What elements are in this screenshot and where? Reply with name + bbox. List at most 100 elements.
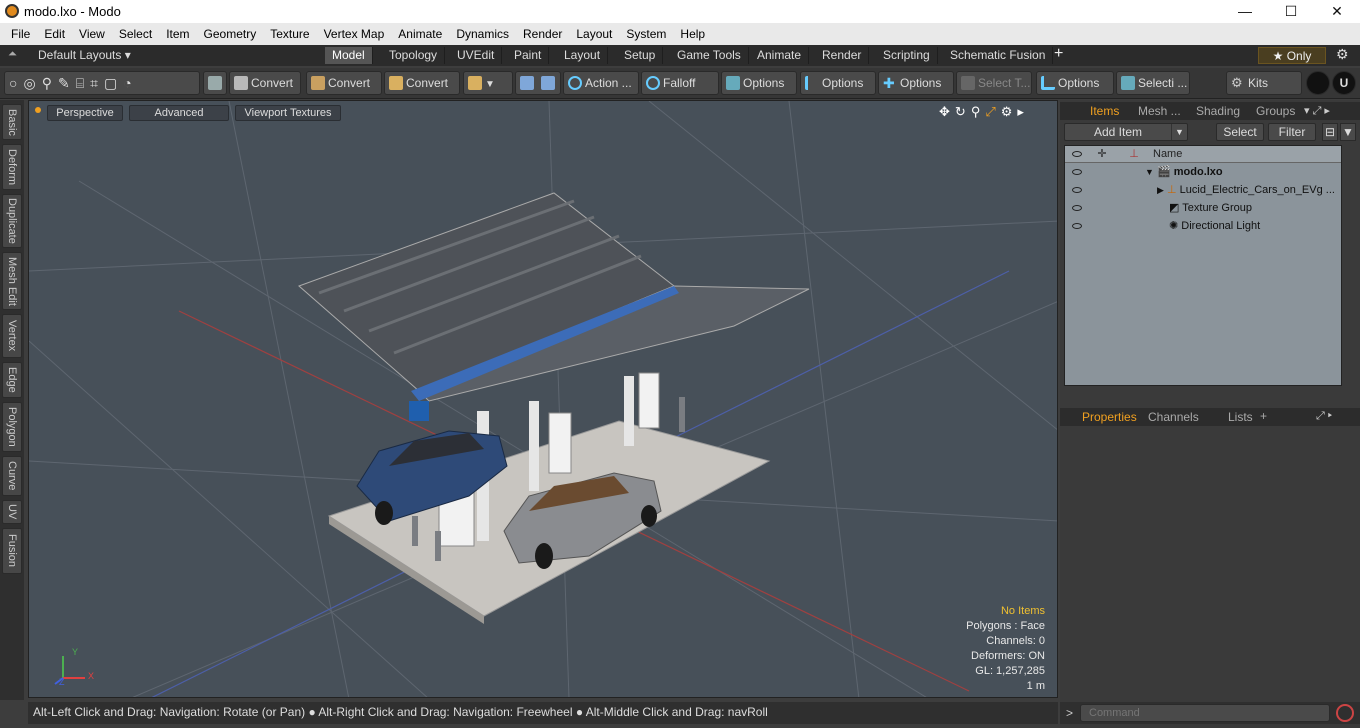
collapse-icon[interactable]: ⊟ <box>1322 123 1338 141</box>
expand-arrow-icon[interactable]: ▶ <box>1157 185 1164 195</box>
record-icon[interactable] <box>1336 704 1354 722</box>
perspective-button[interactable]: Perspective <box>47 105 123 121</box>
menu-texture[interactable]: Texture <box>263 27 316 41</box>
menu-vertex-map[interactable]: Vertex Map <box>317 27 392 41</box>
tab-shading[interactable]: Shading <box>1188 102 1248 120</box>
polygon-mode-icon[interactable]: ⌗ <box>90 75 104 91</box>
kits-button[interactable]: ⚙ Kits <box>1226 71 1302 95</box>
tab-game-tools[interactable]: Game Tools <box>670 47 749 64</box>
menu-layout[interactable]: Layout <box>569 27 619 41</box>
symmetry-group[interactable] <box>515 71 561 95</box>
eye-icon[interactable] <box>1065 181 1089 199</box>
viewport-textures-button[interactable]: Viewport Textures <box>235 105 341 121</box>
convert-button-1[interactable]: Convert <box>229 71 301 95</box>
selection-mode-group[interactable]: ○◎⚲✎⌸⌗▢◔ <box>4 71 200 95</box>
options-button-2[interactable]: Options <box>800 71 876 95</box>
tab-polygon[interactable]: Polygon <box>2 402 22 452</box>
tree-row-modo[interactable]: ▼ 🎬 modo.lxo <box>1065 163 1341 181</box>
tab-paint[interactable]: Paint <box>507 47 550 64</box>
menu-render[interactable]: Render <box>516 27 569 41</box>
tab-fusion[interactable]: Fusion <box>2 528 22 574</box>
tab-layout[interactable]: Layout <box>557 47 609 64</box>
panel-options-icon[interactable]: ⤢ ▸ <box>1316 410 1332 423</box>
menu-geometry[interactable]: Geometry <box>197 27 264 41</box>
edge-mode-icon[interactable]: ⌸ <box>76 75 90 91</box>
menu-item[interactable]: Item <box>159 27 196 41</box>
tab-uv[interactable]: UV <box>2 500 22 524</box>
cube-icon[interactable] <box>203 71 227 95</box>
tab-basic[interactable]: Basic <box>2 104 22 140</box>
add-item-button[interactable]: Add Item ▼ <box>1064 123 1188 141</box>
close-button[interactable]: ✕ <box>1314 0 1360 23</box>
tab-properties[interactable]: Properties <box>1074 408 1145 426</box>
tree-row-texture-group[interactable]: ◩ Texture Group <box>1065 199 1341 217</box>
expand-arrow-icon[interactable]: ▼ <box>1145 167 1154 177</box>
tab-curve[interactable]: Curve <box>2 456 22 496</box>
menu-animate[interactable]: Animate <box>391 27 449 41</box>
tab-items[interactable]: Items <box>1082 102 1128 120</box>
options-button-1[interactable]: Options <box>721 71 797 95</box>
layout-dropdown[interactable]: Default Layouts ▾ <box>38 48 131 62</box>
tab-edge[interactable]: Edge <box>2 362 22 398</box>
eye-icon[interactable] <box>1065 199 1089 217</box>
options-button-3[interactable]: ✚ Options <box>878 71 954 95</box>
tab-mesh[interactable]: Mesh ... <box>1130 102 1189 120</box>
menu-help[interactable]: Help <box>673 27 712 41</box>
add-layout-icon[interactable]: + <box>1054 45 1063 63</box>
options-button-4[interactable]: Options <box>1036 71 1114 95</box>
menu-select[interactable]: Select <box>112 27 159 41</box>
select-button[interactable]: Select <box>1216 123 1264 141</box>
shape-dropdown[interactable]: ▼ <box>463 71 513 95</box>
viewport-gear-icon[interactable]: ⚙ <box>1001 104 1018 119</box>
tab-render[interactable]: Render <box>815 47 870 64</box>
3d-viewport[interactable]: Perspective Advanced Viewport Textures ✥… <box>28 100 1058 698</box>
unreal-icon[interactable]: U <box>1332 71 1356 95</box>
command-input[interactable] <box>1080 704 1330 722</box>
tab-groups[interactable]: Groups <box>1248 102 1303 120</box>
funnel-icon[interactable]: ▼ <box>1340 123 1356 141</box>
panel-options-icon[interactable]: ▾ ⤢ ▸ <box>1304 104 1330 118</box>
only-toggle[interactable]: ★ Only <box>1258 47 1326 64</box>
eye-icon[interactable] <box>1065 163 1089 181</box>
selection-sets-button[interactable]: Selecti ... <box>1116 71 1190 95</box>
globe-icon[interactable]: ◎ <box>23 75 41 91</box>
tab-animate[interactable]: Animate <box>750 47 810 64</box>
tab-deform[interactable]: Deform <box>2 144 22 190</box>
convert-button-3[interactable]: Convert <box>384 71 460 95</box>
menu-dynamics[interactable]: Dynamics <box>449 27 516 41</box>
rotate-icon[interactable]: ↻ <box>955 104 971 119</box>
scene-canvas[interactable] <box>29 101 1058 698</box>
menu-file[interactable]: File <box>4 27 37 41</box>
viewport-menu-icon[interactable]: ▸ <box>1017 104 1029 119</box>
filter-button[interactable]: Filter <box>1268 123 1316 141</box>
tab-channels[interactable]: Channels <box>1140 408 1207 426</box>
action-center-button[interactable]: Action ... <box>563 71 639 95</box>
convert-button-2[interactable]: Convert <box>306 71 382 95</box>
tab-setup[interactable]: Setup <box>617 47 664 64</box>
unity-icon[interactable] <box>1306 71 1330 95</box>
minimize-button[interactable]: — <box>1222 0 1268 23</box>
item-mode-icon[interactable]: ▢ <box>104 75 123 91</box>
tab-scripting[interactable]: Scripting <box>876 47 938 64</box>
menu-view[interactable]: View <box>72 27 112 41</box>
add-tab-icon[interactable]: + <box>1260 409 1267 423</box>
gear-icon[interactable]: ⚙ <box>1336 46 1349 63</box>
advanced-button[interactable]: Advanced <box>129 105 229 121</box>
material-mode-icon[interactable]: ◔ <box>123 75 137 91</box>
zoom-icon[interactable]: ⚲ <box>971 104 986 119</box>
maximize-button[interactable]: ☐ <box>1268 0 1314 23</box>
maximize-viewport-icon[interactable]: ⤢ <box>985 104 1000 119</box>
vertex-mode-icon[interactable]: ○ <box>9 75 23 91</box>
tab-mesh-edit[interactable]: Mesh Edit <box>2 252 22 310</box>
falloff-button[interactable]: Falloff <box>641 71 719 95</box>
eye-icon[interactable] <box>1065 217 1089 235</box>
menu-edit[interactable]: Edit <box>37 27 72 41</box>
tree-row-lucid[interactable]: ▶ ⊥ Lucid_Electric_Cars_on_EVg ... <box>1065 181 1341 199</box>
pen-icon[interactable]: ⚲ <box>42 75 58 91</box>
tab-duplicate[interactable]: Duplicate <box>2 194 22 248</box>
tab-lists[interactable]: Lists <box>1220 408 1261 426</box>
tree-row-directional-light[interactable]: ✺ Directional Light <box>1065 217 1341 235</box>
layout-expand-icon[interactable]: ⏶ <box>8 48 17 61</box>
lasso-icon[interactable]: ✎ <box>58 75 76 91</box>
tab-uvedit[interactable]: UVEdit <box>450 47 503 64</box>
